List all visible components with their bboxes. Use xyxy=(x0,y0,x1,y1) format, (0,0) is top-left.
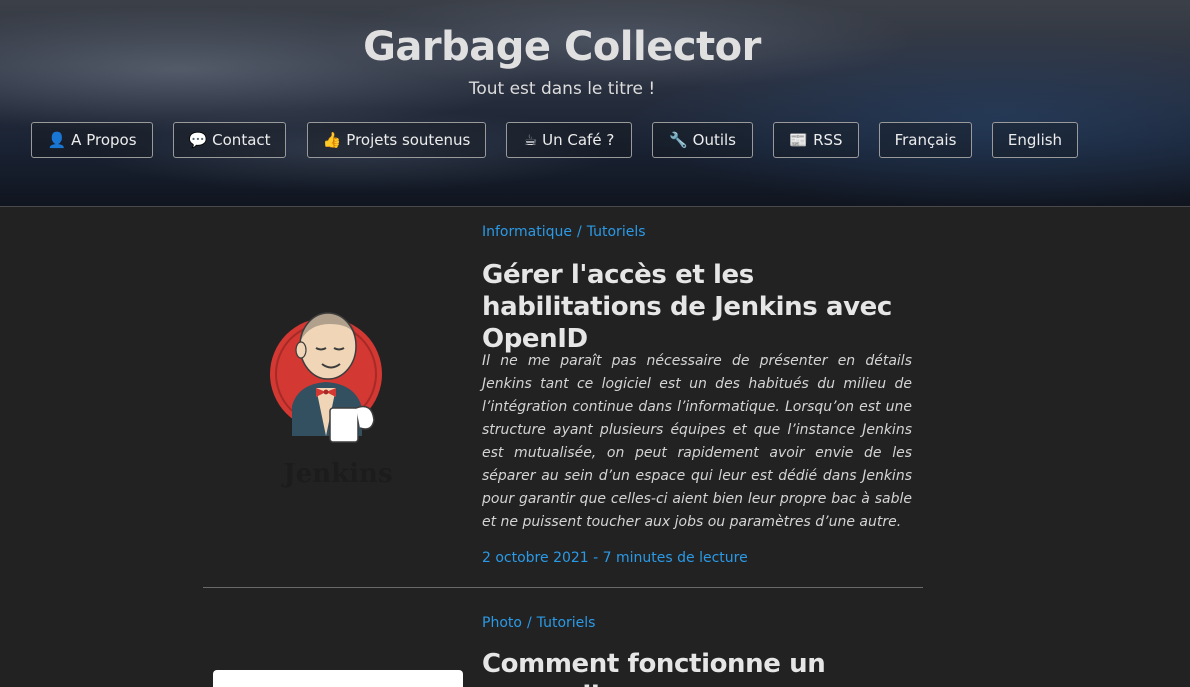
post-title[interactable]: Comment fonctionne un appareil xyxy=(482,648,922,687)
coffee-icon: ☕ xyxy=(523,131,538,149)
nav-projets-soutenus-button[interactable]: 👍 Projets soutenus xyxy=(307,122,486,158)
post-thumbnail[interactable] xyxy=(213,670,463,687)
category-link[interactable]: Photo xyxy=(482,615,522,631)
nav-rss-button[interactable]: 📰 RSS xyxy=(773,122,859,158)
nav-a-propos-button[interactable]: 👤 A Propos xyxy=(31,122,153,158)
nav-outils-button[interactable]: 🔧 Outils xyxy=(652,122,753,158)
site-title[interactable]: Garbage Collector xyxy=(0,24,1124,70)
jenkins-logo-thumbnail[interactable]: Jenkins xyxy=(270,296,410,492)
user-icon: 👤 xyxy=(47,131,67,149)
post-categories: Informatique / Tutoriels xyxy=(482,224,646,240)
category-link[interactable]: Tutoriels xyxy=(587,224,646,240)
thumbs-up-icon: 👍 xyxy=(322,131,342,149)
nav-un-cafe-button[interactable]: ☕ Un Café ? xyxy=(506,122,632,158)
site-header: Garbage Collector Tout est dans le titre… xyxy=(0,0,1190,207)
wrench-icon: 🔧 xyxy=(668,131,688,149)
post-excerpt: Il ne me paraît pas nécessaire de présen… xyxy=(482,353,912,530)
site-subtitle: Tout est dans le titre ! xyxy=(468,79,656,99)
category-link[interactable]: Informatique xyxy=(482,224,572,240)
nav-francais-button[interactable]: Français xyxy=(879,122,972,158)
nav-contact-button[interactable]: 💬 Contact xyxy=(173,122,286,158)
post-divider xyxy=(203,587,923,588)
post-title[interactable]: Gérer l'accès et les habilitations de Je… xyxy=(482,259,922,355)
category-link[interactable]: Tutoriels xyxy=(537,615,596,631)
post-meta: 2 octobre 2021 - 7 minutes de lecture xyxy=(482,550,748,566)
nav-english-button[interactable]: English xyxy=(992,122,1078,158)
speech-bubble-icon: 💬 xyxy=(188,131,208,149)
post-categories: Photo / Tutoriels xyxy=(482,615,596,631)
svg-text:Jenkins: Jenkins xyxy=(281,459,392,489)
newspaper-icon: 📰 xyxy=(789,131,809,149)
